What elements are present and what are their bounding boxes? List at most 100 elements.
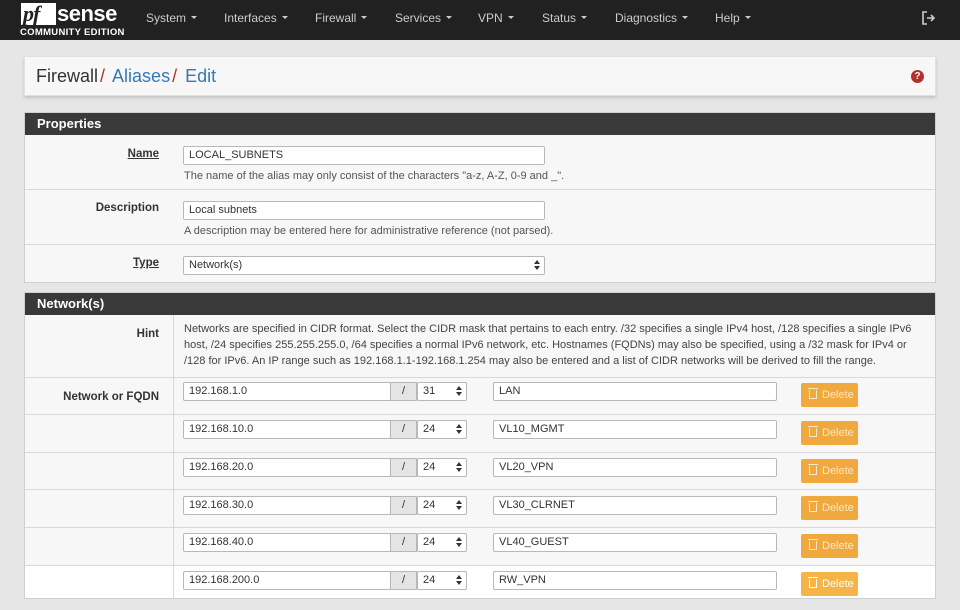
nav-status[interactable]: Status [542, 0, 588, 40]
network-address-input[interactable]: 192.168.200.0 [183, 571, 391, 590]
name-input[interactable]: LOCAL_SUBNETS [183, 146, 545, 165]
cidr-select[interactable]: 24 [417, 420, 467, 439]
nav-label: Firewall [315, 11, 357, 25]
nav-label: Services [395, 11, 442, 25]
description-input[interactable]: Local subnets [183, 201, 545, 220]
hint-label: Hint [136, 328, 159, 340]
select-arrows-icon [456, 575, 462, 586]
delete-label: Delete [822, 389, 854, 401]
caret-down-icon [744, 16, 751, 20]
hint-text: Networks are specified in CIDR format. S… [184, 323, 912, 367]
networks-panel: Network(s) Hint Networks are specified i… [24, 292, 936, 599]
network-description-input[interactable]: VL30_CLRNET [493, 496, 777, 515]
breadcrumb-bar: Firewall / Aliases / Edit ? [24, 56, 936, 96]
question-circle-icon[interactable]: ? [911, 70, 924, 83]
caret-down-icon [446, 16, 453, 20]
nav-system[interactable]: System [146, 0, 198, 40]
cidr-select[interactable]: 24 [417, 458, 467, 477]
description-help-text: A description may be entered here for ad… [184, 225, 554, 237]
trash-icon [808, 501, 818, 512]
cidr-select[interactable]: 24 [417, 496, 467, 515]
nav-help[interactable]: Help [715, 0, 751, 40]
cidr-slash-addon: / [390, 496, 417, 515]
nav-label: System [146, 11, 187, 25]
delete-label: Delete [822, 578, 854, 590]
network-description-input[interactable]: VL40_GUEST [493, 533, 777, 552]
breadcrumb-firewall: Firewall [36, 66, 99, 86]
nav-label: Help [715, 11, 740, 25]
delete-button[interactable]: Delete [801, 383, 858, 407]
delete-label: Delete [822, 427, 854, 439]
delete-label: Delete [822, 502, 854, 514]
cidr-value: 24 [423, 499, 436, 511]
label-column-divider [173, 315, 174, 598]
network-row-highlighted: 192.168.200.0 / 24 RW_VPN Delete [25, 565, 935, 598]
nav-services[interactable]: Services [395, 0, 453, 40]
cidr-slash-addon: / [390, 382, 417, 401]
cidr-value: 24 [423, 423, 436, 435]
trash-icon [808, 577, 818, 588]
logo-edition-text: COMMUNITY EDITION [20, 27, 125, 38]
delete-label: Delete [822, 465, 854, 477]
breadcrumb: Firewall / Aliases / Edit [36, 65, 216, 87]
cidr-select[interactable]: 24 [417, 533, 467, 552]
network-or-fqdn-label: Network or FQDN [63, 391, 159, 403]
caret-down-icon [281, 16, 288, 20]
type-select[interactable]: Network(s) [183, 256, 545, 275]
select-arrows-icon [534, 260, 540, 271]
cidr-select[interactable]: 31 [417, 382, 467, 401]
network-row: 192.168.10.0 / 24 VL10_MGMT Delete [25, 414, 935, 452]
logo-sense-text: sense [57, 1, 117, 26]
select-arrows-icon [456, 500, 462, 511]
name-help-text: The name of the alias may only consist o… [184, 170, 565, 182]
hint-row: Hint Networks are specified in CIDR form… [25, 315, 935, 377]
nav-vpn[interactable]: VPN [478, 0, 514, 40]
cidr-slash-addon: / [390, 458, 417, 477]
properties-panel: Properties Name LOCAL_SUBNETS The name o… [24, 112, 936, 283]
trash-icon [808, 539, 818, 550]
delete-button[interactable]: Delete [801, 572, 858, 596]
nav-firewall[interactable]: Firewall [315, 0, 368, 40]
network-address-input[interactable]: 192.168.40.0 [183, 533, 391, 552]
network-description-input[interactable]: VL20_VPN [493, 458, 777, 477]
breadcrumb-aliases-link[interactable]: Aliases [112, 66, 170, 86]
pfsense-logo[interactable]: pf sense COMMUNITY EDITION [20, 1, 125, 39]
trash-icon [808, 388, 818, 399]
delete-button[interactable]: Delete [801, 534, 858, 558]
cidr-value: 31 [423, 385, 436, 397]
network-description-input[interactable]: LAN [493, 382, 777, 401]
cidr-value: 24 [423, 461, 436, 473]
network-address-input[interactable]: 192.168.20.0 [183, 458, 391, 477]
network-address-input[interactable]: 192.168.30.0 [183, 496, 391, 515]
nav-label: Diagnostics [615, 11, 678, 25]
select-arrows-icon [456, 537, 462, 548]
network-address-input[interactable]: 192.168.1.0 [183, 382, 391, 401]
nav-label: Interfaces [224, 11, 277, 25]
select-arrows-icon [456, 386, 462, 397]
network-row: 192.168.40.0 / 24 VL40_GUEST Delete [25, 527, 935, 565]
network-row: Network or FQDN 192.168.1.0 / 31 LAN Del… [25, 377, 935, 415]
network-address-input[interactable]: 192.168.10.0 [183, 420, 391, 439]
delete-button[interactable]: Delete [801, 496, 858, 520]
nav-diagnostics[interactable]: Diagnostics [615, 0, 689, 40]
cidr-value: 24 [423, 574, 436, 586]
trash-icon [808, 426, 818, 437]
logo-pf-mark: pf [21, 3, 56, 25]
breadcrumb-separator: / [100, 66, 106, 86]
cidr-slash-addon: / [390, 533, 417, 552]
caret-down-icon [682, 16, 689, 20]
network-row: 192.168.30.0 / 24 VL30_CLRNET Delete [25, 489, 935, 527]
logout-icon[interactable] [922, 11, 936, 25]
type-row: Type Network(s) [25, 244, 935, 283]
cidr-select[interactable]: 24 [417, 571, 467, 590]
breadcrumb-edit-link[interactable]: Edit [185, 66, 216, 86]
trash-icon [808, 464, 818, 475]
nav-interfaces[interactable]: Interfaces [224, 0, 288, 40]
delete-button[interactable]: Delete [801, 421, 858, 445]
network-description-input[interactable]: VL10_MGMT [493, 420, 777, 439]
delete-button[interactable]: Delete [801, 459, 858, 483]
top-navbar: pf sense COMMUNITY EDITION System Interf… [0, 0, 960, 40]
delete-label: Delete [822, 540, 854, 552]
network-description-input[interactable]: RW_VPN [493, 571, 777, 590]
networks-heading: Network(s) [25, 293, 935, 315]
